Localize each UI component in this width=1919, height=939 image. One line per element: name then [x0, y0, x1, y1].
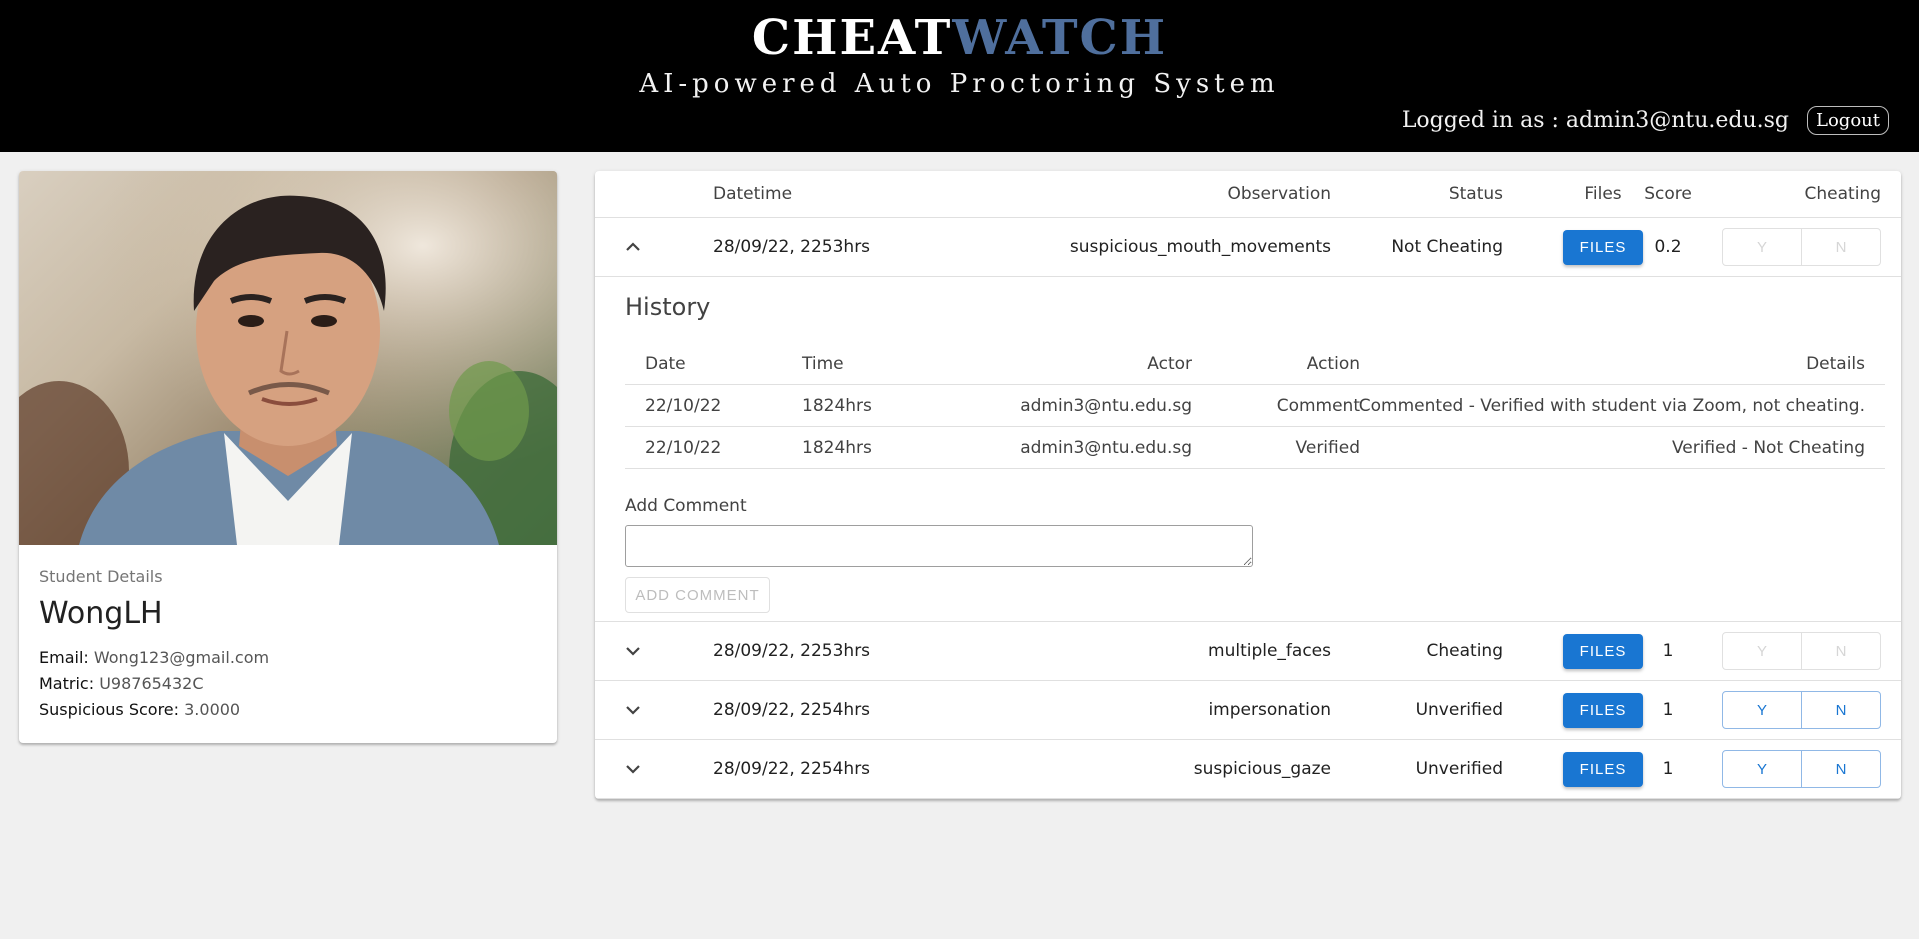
history-panel: History Date Time Actor Action Details 2… [595, 277, 1901, 622]
row-score: 1 [1662, 700, 1674, 720]
student-details-caption: Student Details [39, 567, 163, 586]
student-card: Student Details WongLH Email: Wong123@gm… [19, 171, 557, 743]
hist-date: 22/10/22 [645, 395, 722, 416]
logged-in-text: Logged in as : admin3@ntu.edu.sg [1401, 108, 1790, 133]
history-table: Date Time Actor Action Details 22/10/22 … [625, 343, 1885, 469]
files-button[interactable]: FILES [1563, 751, 1643, 787]
row-observation: impersonation [1208, 700, 1331, 720]
email-label: Email: [39, 648, 89, 667]
files-button[interactable]: FILES [1563, 633, 1643, 669]
brand-part-2: WATCH [952, 10, 1168, 66]
hist-actor: admin3@ntu.edu.sg [1020, 437, 1192, 458]
matric-value: U98765432C [99, 674, 204, 693]
row-status: Not Cheating [1391, 237, 1503, 257]
col-cheating: Cheating [1804, 184, 1881, 204]
cheating-verdict: Y N [1722, 632, 1881, 670]
observations-table: Datetime Observation Score Status Files … [595, 171, 1901, 799]
add-comment-label: Add Comment [625, 496, 747, 516]
row-observation: suspicious_gaze [1193, 759, 1331, 779]
matric-label: Matric: [39, 674, 95, 693]
row-score: 1 [1662, 641, 1674, 661]
hist-details: Verified - Not Cheating [1671, 437, 1865, 458]
student-photo [19, 171, 557, 545]
student-matric: Matric: U98765432C [39, 671, 537, 697]
verdict-yes-button[interactable]: Y [1722, 750, 1802, 788]
files-button[interactable]: FILES [1563, 229, 1643, 265]
row-observation: suspicious_mouth_movements [1069, 237, 1331, 257]
col-score: Score [1644, 184, 1692, 204]
row-status: Unverified [1415, 700, 1503, 720]
email-value: Wong123@gmail.com [93, 648, 270, 667]
cheating-verdict: Y N [1722, 750, 1881, 788]
tagline: AI-powered Auto Proctoring System [639, 69, 1280, 99]
row-datetime: 28/09/22, 2254hrs [713, 759, 871, 779]
verdict-yes-button[interactable]: Y [1722, 691, 1802, 729]
hist-date: 22/10/22 [645, 437, 722, 458]
verdict-no-button[interactable]: N [1801, 691, 1881, 729]
hist-action: Comment [1276, 395, 1360, 416]
table-row: 28/09/22, 2253hrs multiple_faces 1 Cheat… [595, 622, 1901, 681]
hist-action: Verified [1295, 437, 1360, 458]
row-score: 1 [1662, 759, 1674, 779]
student-name: WongLH [39, 596, 163, 631]
student-suspicious-score: Suspicious Score: 3.0000 [39, 697, 537, 723]
history-header: Date Time Actor Action Details [625, 343, 1885, 385]
row-status: Cheating [1426, 641, 1503, 661]
hist-time: 1824hrs [802, 437, 872, 458]
row-datetime: 28/09/22, 2253hrs [713, 641, 871, 661]
row-datetime: 28/09/22, 2253hrs [713, 237, 871, 257]
hist-col-details: Details [1806, 353, 1865, 374]
row-datetime: 28/09/22, 2254hrs [713, 700, 871, 720]
hist-col-actor: Actor [1147, 353, 1192, 374]
hist-time: 1824hrs [802, 395, 872, 416]
hist-col-action: Action [1306, 353, 1360, 374]
files-button[interactable]: FILES [1563, 692, 1643, 728]
table-row: 28/09/22, 2254hrs impersonation 1 Unveri… [595, 681, 1901, 740]
history-row: 22/10/22 1824hrs admin3@ntu.edu.sg Verif… [625, 427, 1885, 469]
history-title: History [625, 293, 711, 321]
verdict-yes-button[interactable]: Y [1722, 632, 1802, 670]
verdict-yes-button[interactable]: Y [1722, 228, 1802, 266]
add-comment-button[interactable]: ADD COMMENT [625, 577, 770, 613]
comment-input[interactable] [625, 525, 1253, 567]
cheating-verdict: Y N [1722, 691, 1881, 729]
app-header: CHEATWATCH AI-powered Auto Proctoring Sy… [0, 0, 1919, 152]
table-row: 28/09/22, 2253hrs suspicious_mouth_movem… [595, 218, 1901, 277]
chevron-down-icon[interactable] [623, 700, 643, 720]
verdict-no-button[interactable]: N [1801, 632, 1881, 670]
row-status: Unverified [1415, 759, 1503, 779]
row-observation: multiple_faces [1208, 641, 1331, 661]
history-row: 22/10/22 1824hrs admin3@ntu.edu.sg Comme… [625, 385, 1885, 427]
brand-logo: CHEATWATCH [0, 10, 1919, 66]
student-email: Email: Wong123@gmail.com [39, 645, 537, 671]
login-status: Logged in as : admin3@ntu.edu.sg Logout [1402, 106, 1889, 135]
hist-details: Commented - Verified with student via Zo… [1358, 395, 1865, 416]
col-datetime: Datetime [713, 184, 793, 204]
hist-col-time: Time [802, 353, 844, 374]
verdict-no-button[interactable]: N [1801, 228, 1881, 266]
verdict-no-button[interactable]: N [1801, 750, 1881, 788]
chevron-down-icon[interactable] [623, 641, 643, 661]
col-files: Files [1584, 184, 1622, 204]
chevron-down-icon[interactable] [623, 759, 643, 779]
brand-part-1: CHEAT [751, 10, 953, 66]
row-score: 0.2 [1654, 237, 1682, 257]
score-value: 3.0000 [184, 700, 241, 719]
hist-actor: admin3@ntu.edu.sg [1020, 395, 1192, 416]
table-row: 28/09/22, 2254hrs suspicious_gaze 1 Unve… [595, 740, 1901, 799]
score-label: Suspicious Score: [39, 700, 180, 719]
logout-button[interactable]: Logout [1807, 106, 1889, 135]
col-status: Status [1448, 184, 1503, 204]
hist-col-date: Date [645, 353, 686, 374]
chevron-up-icon[interactable] [623, 237, 643, 257]
cheating-verdict: Y N [1722, 228, 1881, 266]
table-header: Datetime Observation Score Status Files … [595, 171, 1901, 218]
col-observation: Observation [1227, 184, 1331, 204]
